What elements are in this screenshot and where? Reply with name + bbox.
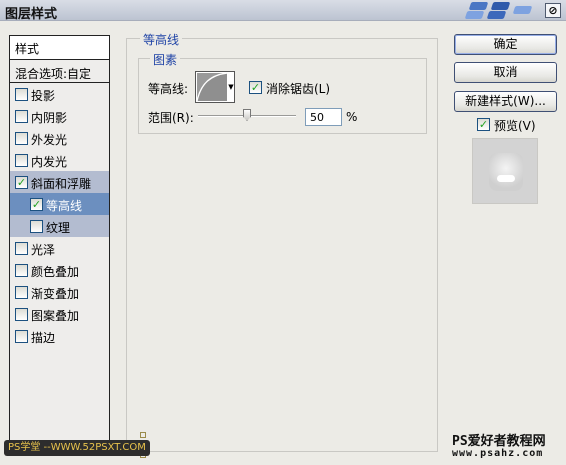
range-input[interactable]: 50: [305, 108, 342, 126]
blend-options-item[interactable]: 混合选项:自定: [10, 61, 109, 83]
styles-list-header[interactable]: 样式: [10, 36, 109, 60]
style-item-label: 描边: [31, 331, 56, 345]
elements-group-title: 图素: [150, 51, 181, 68]
style-item-label: 斜面和浮雕: [31, 177, 92, 191]
title-bar[interactable]: 图层样式 ⊘: [0, 0, 566, 22]
style-checkbox-checked[interactable]: ✓: [15, 176, 28, 189]
style-item-inner-glow[interactable]: 内发光: [10, 149, 109, 171]
style-item-drop-shadow[interactable]: 投影: [10, 83, 109, 105]
styles-list: 样式 混合选项:自定 投影 内阴影 外发光 内发光 ✓ 斜面和浮雕 ✓ 等高线: [9, 35, 110, 452]
style-item-pattern-overlay[interactable]: 图案叠加: [10, 303, 109, 325]
preview-thumbnail: [489, 153, 523, 191]
contour-picker[interactable]: ▼: [195, 71, 235, 103]
blend-options-label: 混合选项:自定: [15, 67, 92, 81]
style-item-label: 外发光: [31, 133, 68, 147]
style-item-label: 光泽: [31, 243, 56, 257]
style-checkbox[interactable]: [15, 110, 28, 123]
style-item-label: 图案叠加: [31, 309, 80, 323]
style-checkbox[interactable]: [15, 88, 28, 101]
preview-highlight: [497, 175, 515, 182]
contour-label: 等高线:: [148, 82, 189, 96]
style-item-texture[interactable]: 纹理: [10, 215, 109, 237]
antialias-checkbox[interactable]: ✓: [249, 81, 262, 94]
site-watermark-url: www.psahz.com: [452, 448, 544, 459]
style-checkbox[interactable]: [15, 264, 28, 277]
style-item-stroke[interactable]: 描边: [10, 325, 109, 347]
style-item-label: 内发光: [31, 155, 68, 169]
layer-style-dialog: 图层样式 ⊘ 样式 混合选项:自定 投影 内阴影 外发光 内发光 ✓ 斜面和浮雕…: [0, 0, 566, 465]
contour-group-title: 等高线: [140, 31, 183, 48]
dropdown-arrow-icon[interactable]: ▼: [228, 73, 234, 101]
style-item-color-overlay[interactable]: 颜色叠加: [10, 259, 109, 281]
style-checkbox[interactable]: [15, 242, 28, 255]
window-title: 图层样式: [5, 7, 58, 22]
range-unit: %: [346, 110, 358, 124]
style-item-outer-glow[interactable]: 外发光: [10, 127, 109, 149]
cancel-button[interactable]: 取消: [454, 62, 557, 83]
site-watermark-cn: PS爱好者教程网: [452, 434, 546, 449]
style-checkbox[interactable]: [15, 330, 28, 343]
style-item-inner-shadow[interactable]: 内阴影: [10, 105, 109, 127]
style-checkbox[interactable]: [30, 220, 43, 233]
style-item-label: 纹理: [46, 221, 71, 235]
style-checkbox[interactable]: [15, 286, 28, 299]
style-checkbox[interactable]: [15, 132, 28, 145]
style-item-contour[interactable]: ✓ 等高线: [10, 193, 109, 215]
antialias-label[interactable]: 消除锯齿(L): [266, 80, 330, 97]
contour-curve-icon: [196, 72, 228, 102]
style-item-label: 颜色叠加: [31, 265, 80, 279]
ok-button[interactable]: 确定: [454, 34, 557, 55]
style-item-label: 内阴影: [31, 111, 68, 125]
style-item-label: 渐变叠加: [31, 287, 80, 301]
windows-logo-icon: [462, 0, 542, 21]
style-checkbox-checked[interactable]: ✓: [30, 198, 43, 211]
style-checkbox[interactable]: [15, 308, 28, 321]
close-button[interactable]: ⊘: [545, 3, 561, 18]
style-item-gradient-overlay[interactable]: 渐变叠加: [10, 281, 109, 303]
style-item-label: 等高线: [46, 199, 83, 213]
range-label: 范围(R):: [148, 111, 194, 125]
style-preview: [472, 138, 538, 204]
style-checkbox[interactable]: [15, 154, 28, 167]
left-watermark: PS学堂 --WWW.52PSXT.COM: [4, 440, 150, 456]
preview-checkbox[interactable]: ✓: [477, 118, 490, 131]
style-item-label: 投影: [31, 89, 56, 103]
new-style-button[interactable]: 新建样式(W)...: [454, 91, 557, 112]
style-item-satin[interactable]: 光泽: [10, 237, 109, 259]
corner-marker: [140, 432, 146, 438]
style-item-bevel-emboss[interactable]: ✓ 斜面和浮雕: [10, 171, 109, 193]
preview-label[interactable]: 预览(V): [494, 117, 536, 134]
